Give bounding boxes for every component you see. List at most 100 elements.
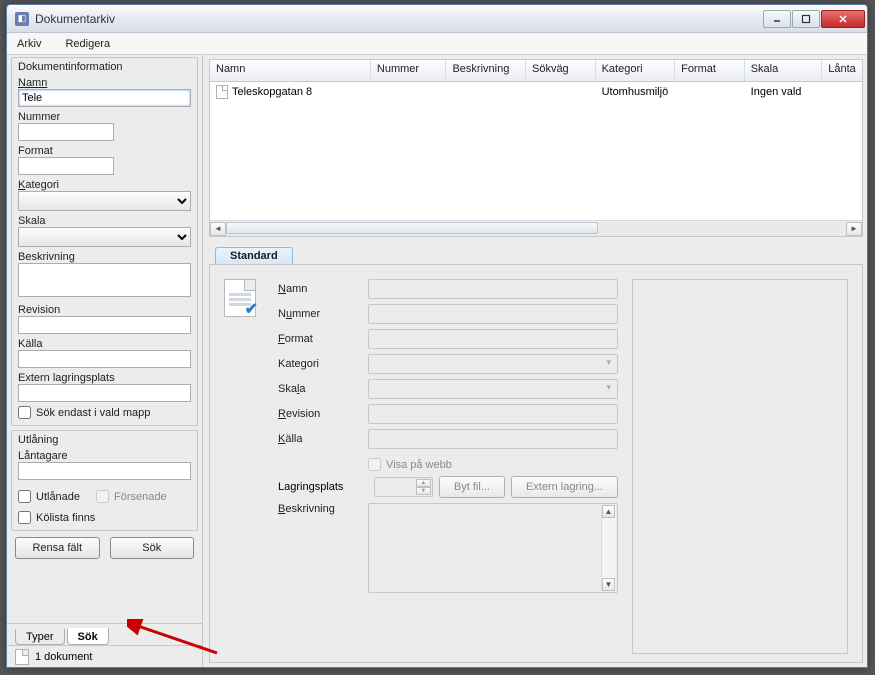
label-kategori: Kategori: [18, 179, 191, 191]
minimize-button[interactable]: [763, 10, 791, 28]
tab-sok[interactable]: Sök: [67, 628, 109, 645]
label-kalla: Källa: [18, 338, 191, 350]
scroll-thumb[interactable]: [226, 222, 598, 234]
cell-format: [675, 90, 745, 94]
d-input-format: [368, 329, 618, 349]
d-label-lagring: Lagringsplats: [278, 481, 368, 493]
results-grid: Namn Nummer Beskrivning Sökväg Kategori …: [209, 59, 863, 237]
detail-form: Namn Nummer Format Kategori Skala Revisi…: [278, 279, 618, 654]
d-input-namn: [368, 279, 618, 299]
button-extern-lagring[interactable]: Extern lagring...: [511, 476, 618, 498]
scroll-left-icon[interactable]: ◄: [210, 222, 226, 236]
col-format[interactable]: Format: [675, 60, 745, 81]
check-sok-mapp[interactable]: [18, 406, 31, 419]
input-nummer[interactable]: [18, 123, 114, 141]
right-panel: Namn Nummer Beskrivning Sökväg Kategori …: [203, 55, 867, 667]
status-bar: 1 dokument: [7, 645, 202, 667]
document-large-icon: ✔: [224, 279, 256, 317]
input-lantagare[interactable]: [18, 462, 191, 480]
window-controls: [763, 10, 865, 28]
check-icon: ✔: [245, 299, 258, 319]
combo-kategori[interactable]: [18, 191, 191, 211]
d-label-revision: Revision: [278, 408, 368, 420]
col-namn[interactable]: Namn: [210, 60, 371, 81]
status-text: 1 dokument: [35, 651, 92, 663]
label-format: Format: [18, 145, 191, 157]
group-title-utlaning: Utlåning: [18, 434, 191, 446]
cell-namn: Teleskopgatan 8: [232, 86, 312, 98]
d-combo-kategori: [368, 354, 618, 374]
col-nummer[interactable]: Nummer: [371, 60, 447, 81]
cell-beskrivning: [446, 90, 526, 94]
input-extern[interactable]: [18, 384, 191, 402]
file-icon: [216, 85, 228, 99]
check-utlanade[interactable]: [18, 490, 31, 503]
input-revision[interactable]: [18, 316, 191, 334]
menu-arkiv[interactable]: Arkiv: [11, 36, 47, 52]
tab-standard[interactable]: Standard: [215, 247, 293, 264]
preview-pane: [632, 279, 848, 654]
label-extern: Extern lagringsplats: [18, 372, 191, 384]
scroll-right-icon[interactable]: ►: [846, 222, 862, 236]
d-combo-skala: [368, 379, 618, 399]
label-beskrivning: Beskrivning: [18, 251, 191, 263]
grid-body[interactable]: Teleskopgatan 8 Utomhusmiljö Ingen vald: [210, 82, 862, 220]
detail-area: Standard ✔ Namn Nummer Form: [209, 247, 863, 663]
d-input-kalla: [368, 429, 618, 449]
scroll-down-icon: ▼: [602, 578, 615, 591]
d-input-revision: [368, 404, 618, 424]
combo-skala[interactable]: [18, 227, 191, 247]
detail-tabs: Standard: [209, 247, 863, 264]
left-tabs: Typer Sök: [7, 623, 202, 645]
input-kalla[interactable]: [18, 350, 191, 368]
menu-redigera[interactable]: Redigera: [59, 36, 116, 52]
cell-kategori: Utomhusmiljö: [596, 84, 676, 100]
col-beskrivning[interactable]: Beskrivning: [446, 60, 526, 81]
cell-sokvag: [526, 90, 596, 94]
detail-icon-col: ✔: [224, 279, 264, 654]
input-namn[interactable]: [18, 89, 191, 107]
col-lantagare[interactable]: Lånta: [822, 60, 862, 81]
label-namn: Namn: [18, 77, 191, 89]
body: Dokumentinformation Namn Nummer Format K…: [7, 55, 867, 667]
grid-header: Namn Nummer Beskrivning Sökväg Kategori …: [210, 60, 862, 82]
window-title: Dokumentarkiv: [35, 12, 763, 26]
button-bytfil[interactable]: Byt fil...: [439, 476, 505, 498]
close-button[interactable]: [821, 10, 865, 28]
check-forsenade: [96, 490, 109, 503]
search-buttons: Rensa fält Sök: [11, 535, 198, 565]
check-forsenade-row: Försenade: [96, 490, 167, 503]
app-icon: ◧: [15, 12, 29, 26]
tab-typer[interactable]: Typer: [15, 629, 65, 645]
label-revision: Revision: [18, 304, 191, 316]
cell-skala: Ingen vald: [745, 84, 823, 100]
col-sokvag[interactable]: Sökväg: [526, 60, 596, 81]
document-icon: [15, 649, 29, 665]
d-label-beskrivning: Beskrivning: [278, 503, 368, 515]
d-label-nummer: Nummer: [278, 308, 368, 320]
d-check-visa-row: Visa på webb: [368, 458, 452, 471]
table-row[interactable]: Teleskopgatan 8 Utomhusmiljö Ingen vald: [210, 82, 862, 102]
menubar: Arkiv Redigera: [7, 33, 867, 55]
button-sok[interactable]: Sök: [110, 537, 195, 559]
grid-hscroll[interactable]: ◄ ►: [210, 220, 862, 236]
d-input-nummer: [368, 304, 618, 324]
d-textarea-beskrivning: ▲▼: [368, 503, 618, 593]
check-kolista[interactable]: [18, 511, 31, 524]
check-sok-mapp-row: Sök endast i vald mapp: [18, 406, 191, 419]
check-forsenade-label: Försenade: [114, 491, 167, 503]
col-kategori[interactable]: Kategori: [596, 60, 676, 81]
titlebar: ◧ Dokumentarkiv: [7, 5, 867, 33]
cell-nummer: [371, 90, 447, 94]
check-utlanade-row: Utlånade: [18, 490, 80, 503]
label-nummer: Nummer: [18, 111, 191, 123]
detail-body: ✔ Namn Nummer Format Kategori Skala Revi…: [209, 264, 863, 663]
textarea-beskrivning[interactable]: [18, 263, 191, 297]
check-utlanade-label: Utlånade: [36, 491, 80, 503]
maximize-button[interactable]: [792, 10, 820, 28]
check-kolista-label: Kölista finns: [36, 512, 95, 524]
left-panel: Dokumentinformation Namn Nummer Format K…: [7, 55, 203, 667]
col-skala[interactable]: Skala: [745, 60, 823, 81]
input-format[interactable]: [18, 157, 114, 175]
button-rensa[interactable]: Rensa fält: [15, 537, 100, 559]
